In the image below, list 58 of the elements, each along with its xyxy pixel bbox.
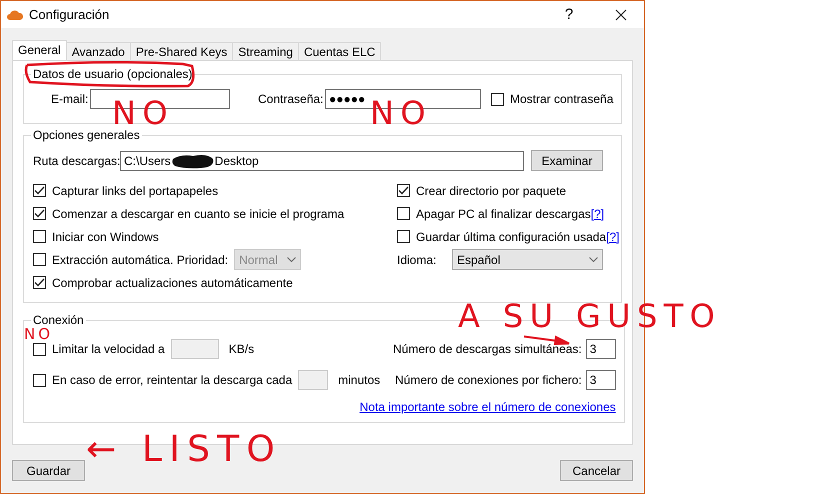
field-label: Número de conexiones por fichero: <box>394 373 582 387</box>
tab[interactable]: Streaming <box>232 42 299 60</box>
path-label: Ruta descargas: <box>33 154 120 168</box>
redaction-mark <box>170 152 215 168</box>
window-title: Configuración <box>29 7 110 22</box>
checkbox-label: Iniciar con Windows <box>52 230 159 244</box>
group-title: Datos de usuario (opcionales) <box>32 67 194 81</box>
handwritten-arrow <box>522 335 570 345</box>
checkbox-label: Guardar última configuración usada <box>416 230 606 244</box>
unit-label: KB/s <box>228 342 254 356</box>
tab[interactable]: General <box>12 40 67 60</box>
language-select[interactable]: Español <box>452 249 603 270</box>
checkbox-label: Crear directorio por paquete <box>416 184 566 198</box>
checkbox-label: Mostrar contraseña <box>510 92 614 106</box>
unit-label: minutos <box>338 373 380 387</box>
number-field[interactable]: 3 <box>586 370 616 390</box>
checkbox[interactable] <box>33 374 46 386</box>
email-label: E-mail: <box>51 92 90 106</box>
number-field[interactable] <box>170 339 219 359</box>
number-field[interactable]: 3 <box>586 339 616 359</box>
close-icon <box>615 8 627 20</box>
handwritten-note: NO <box>24 327 54 342</box>
checkbox-label: Capturar links del portapapeles <box>52 184 218 198</box>
checkbox[interactable] <box>33 230 46 243</box>
help-button[interactable]: ? <box>546 6 592 23</box>
checkbox-label: Comprobar actualizaciones automáticamente <box>52 276 293 290</box>
checkbox-label: Apagar PC al finalizar descargas <box>416 206 591 220</box>
path-field[interactable]: C:\Users Desktop <box>120 150 524 170</box>
number-field[interactable] <box>298 370 328 390</box>
checkbox[interactable] <box>491 92 504 106</box>
checkbox-label: En caso de error, reintentar la descarga cada <box>52 373 292 387</box>
help-link[interactable]: [?] <box>590 206 604 220</box>
connections-note-link[interactable]: Nota importante sobre el número de conexiones <box>360 400 616 414</box>
tab[interactable]: Pre-Shared Keys <box>130 42 234 60</box>
checkbox[interactable] <box>397 230 410 243</box>
caret-icon <box>287 256 296 262</box>
group-title: Conexión <box>32 313 85 327</box>
checkbox-label: Limitar la velocidad a <box>52 342 165 356</box>
cancel-button[interactable]: Cancelar <box>560 460 633 481</box>
checkbox-label: Comenzar a descargar en cuanto se inicie el programa <box>52 206 344 220</box>
checkbox[interactable] <box>33 184 46 197</box>
cloud-logo-icon <box>7 8 23 20</box>
field-label: Número de descargas simultáneas: <box>393 342 582 356</box>
checkbox-label: Extracción automática. Prioridad: <box>52 252 228 266</box>
password-label: Contraseña: <box>258 92 324 106</box>
group-title: Opciones generales <box>32 128 141 142</box>
caret-icon <box>589 256 598 262</box>
help-link[interactable]: [?] <box>606 230 620 244</box>
checkbox[interactable] <box>33 342 46 356</box>
checkbox[interactable] <box>397 184 410 197</box>
save-button[interactable]: Guardar <box>12 460 85 481</box>
language-label: Idioma: <box>397 252 438 266</box>
browse-button[interactable]: Examinar <box>531 150 603 171</box>
tab[interactable]: Cuentas ELC <box>298 42 382 60</box>
checkbox[interactable] <box>33 276 46 289</box>
checkbox[interactable] <box>33 207 46 220</box>
checkbox[interactable] <box>397 207 410 220</box>
handwritten-note: ← LISTO <box>86 432 282 468</box>
